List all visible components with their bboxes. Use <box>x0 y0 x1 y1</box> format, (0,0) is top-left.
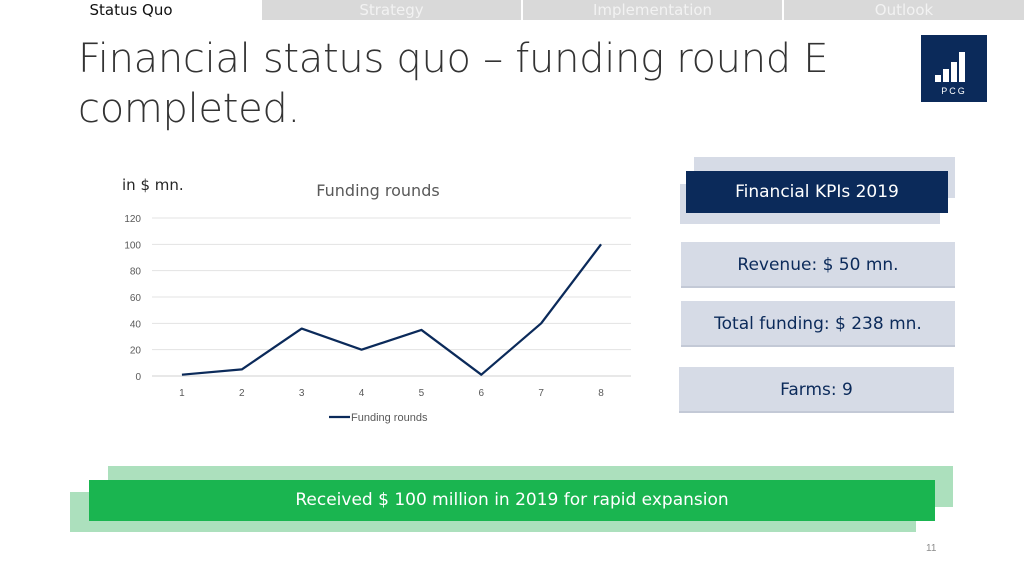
y-tick-label: 20 <box>130 346 142 357</box>
kpi-total-funding: Total funding: $ 238 mn. <box>681 301 955 347</box>
x-tick-label: 7 <box>538 388 544 399</box>
kpi-revenue: Revenue: $ 50 mn. <box>681 242 955 288</box>
kpi-header: Financial KPIs 2019 <box>686 171 948 213</box>
page-number: 11 <box>926 543 937 554</box>
y-tick-label: 80 <box>130 267 142 278</box>
y-tick-label: 0 <box>135 372 141 383</box>
x-tick-label: 1 <box>179 388 185 399</box>
y-tick-label: 120 <box>124 214 141 225</box>
legend-label: Funding rounds <box>351 412 428 424</box>
y-tick-label: 40 <box>130 319 142 330</box>
x-tick-label: 2 <box>239 388 245 399</box>
x-tick-label: 5 <box>419 388 425 399</box>
x-tick-label: 6 <box>479 388 485 399</box>
highlight-banner: Received $ 100 million in 2019 for rapid… <box>89 480 935 521</box>
x-tick-label: 4 <box>359 388 365 399</box>
y-tick-label: 100 <box>124 240 141 251</box>
kpi-farms: Farms: 9 <box>679 367 954 413</box>
x-tick-label: 8 <box>598 388 604 399</box>
x-tick-label: 3 <box>299 388 305 399</box>
y-tick-label: 60 <box>130 293 142 304</box>
series-line <box>181 243 602 376</box>
